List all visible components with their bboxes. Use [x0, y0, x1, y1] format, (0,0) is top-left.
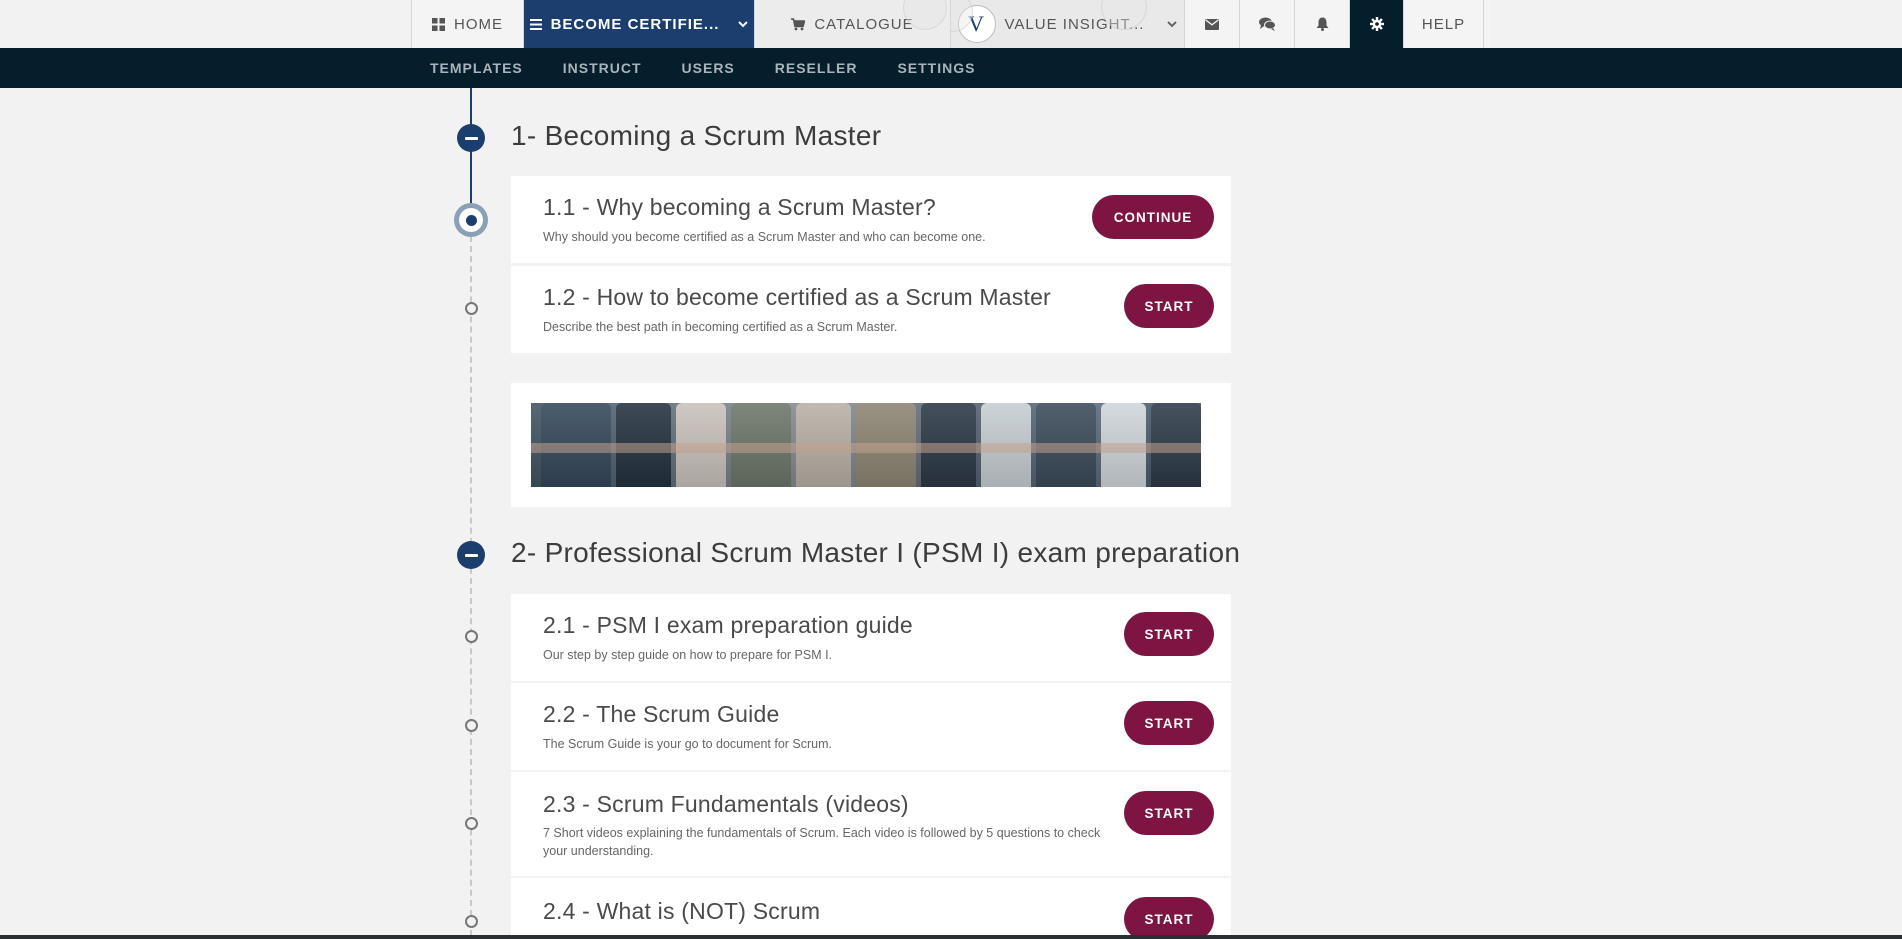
grid-icon [432, 17, 445, 31]
lesson-description: Why should you become certified as a Scr… [543, 230, 986, 244]
timeline-step [465, 302, 478, 315]
section-collapse-toggle[interactable] [457, 541, 485, 569]
continue-button[interactable]: CONTINUE [1092, 195, 1214, 239]
cart-icon [791, 17, 806, 31]
timeline-step [465, 817, 478, 830]
lesson-card: 1.1 - Why becoming a Scrum Master? Why s… [511, 176, 1231, 263]
chevron-down-icon [738, 20, 749, 28]
nav-chat[interactable] [1240, 0, 1295, 48]
start-button[interactable]: START [1124, 897, 1214, 939]
envelope-icon [1205, 18, 1219, 30]
sub-nav: TEMPLATES INSTRUCT USERS RESELLER SETTIN… [0, 48, 1902, 88]
main-nav: HOME BECOME CERTIFIE... CATALOGUE V VALU [411, 0, 1491, 48]
subnav-templates[interactable]: TEMPLATES [430, 60, 523, 76]
nav-catalogue[interactable]: CATALOGUE [755, 0, 951, 48]
nav-notifications[interactable] [1295, 0, 1350, 48]
lesson-description: 7 Short videos explaining the fundamenta… [543, 826, 1101, 858]
subnav-reseller[interactable]: RESELLER [775, 60, 858, 76]
lesson-card: 2.1 - PSM I exam preparation guide Our s… [511, 594, 1231, 681]
lesson-title[interactable]: 1.1 - Why becoming a Scrum Master? [543, 194, 936, 221]
window-bottom-edge [0, 935, 1902, 939]
nav-value-insight[interactable]: V VALUE INSIGHT... [951, 0, 1185, 48]
minus-icon [464, 553, 478, 557]
section-title: 1- Becoming a Scrum Master [511, 120, 882, 151]
bell-icon [1316, 17, 1329, 31]
start-button[interactable]: START [1124, 284, 1214, 328]
banner-card [511, 383, 1231, 507]
lesson-title[interactable]: 2.2 - The Scrum Guide [543, 701, 779, 728]
timeline-step [465, 630, 478, 643]
section-title: 2- Professional Scrum Master I (PSM I) e… [511, 537, 1241, 568]
lesson-description: Our step by step guide on how to prepare… [543, 648, 833, 662]
nav-help[interactable]: HELP [1404, 0, 1484, 48]
section-collapse-toggle[interactable] [457, 124, 485, 152]
subnav-users[interactable]: USERS [682, 60, 735, 76]
chat-icon [1258, 17, 1276, 31]
timeline-step [465, 719, 478, 732]
nav-home[interactable]: HOME [412, 0, 524, 48]
timeline-line [470, 236, 472, 936]
top-bar: HOME BECOME CERTIFIE... CATALOGUE V VALU [0, 0, 1902, 48]
timeline-progress-line [470, 88, 472, 220]
team-banner-image [531, 403, 1201, 487]
lesson-title[interactable]: 2.1 - PSM I exam preparation guide [543, 612, 913, 639]
subnav-settings[interactable]: SETTINGS [897, 60, 975, 76]
lesson-card: 2.4 - What is (NOT) Scrum START [511, 878, 1231, 939]
lesson-description: The Scrum Guide is your go to document f… [543, 737, 833, 751]
lesson-title[interactable]: 2.4 - What is (NOT) Scrum [543, 898, 820, 925]
lesson-title[interactable]: 2.3 - Scrum Fundamentals (videos) [543, 791, 909, 818]
lesson-card: 2.2 - The Scrum Guide The Scrum Guide is… [511, 683, 1231, 770]
timeline-step [465, 915, 478, 928]
subnav-instruct[interactable]: INSTRUCT [563, 60, 642, 76]
chevron-down-icon [1167, 20, 1178, 28]
gear-icon [1369, 17, 1384, 31]
timeline-current-step [454, 203, 488, 237]
nav-home-label: HOME [454, 15, 503, 33]
minus-icon [464, 136, 478, 140]
lesson-card: 1.2 - How to become certified as a Scrum… [511, 266, 1231, 353]
list-icon [529, 18, 542, 30]
lesson-card: 2.3 - Scrum Fundamentals (videos) 7 Shor… [511, 772, 1231, 876]
lesson-title[interactable]: 1.2 - How to become certified as a Scrum… [543, 284, 1051, 311]
start-button[interactable]: START [1124, 791, 1214, 835]
nav-settings[interactable] [1350, 0, 1404, 48]
start-button[interactable]: START [1124, 701, 1214, 745]
nav-catalogue-label: CATALOGUE [814, 15, 914, 33]
nav-messages[interactable] [1185, 0, 1240, 48]
start-button[interactable]: START [1124, 612, 1214, 656]
lesson-description: Describe the best path in becoming certi… [543, 320, 898, 334]
nav-become-certified[interactable]: BECOME CERTIFIE... [524, 0, 755, 48]
nav-help-label: HELP [1421, 15, 1466, 33]
nav-become-label: BECOME CERTIFIE... [550, 15, 720, 33]
